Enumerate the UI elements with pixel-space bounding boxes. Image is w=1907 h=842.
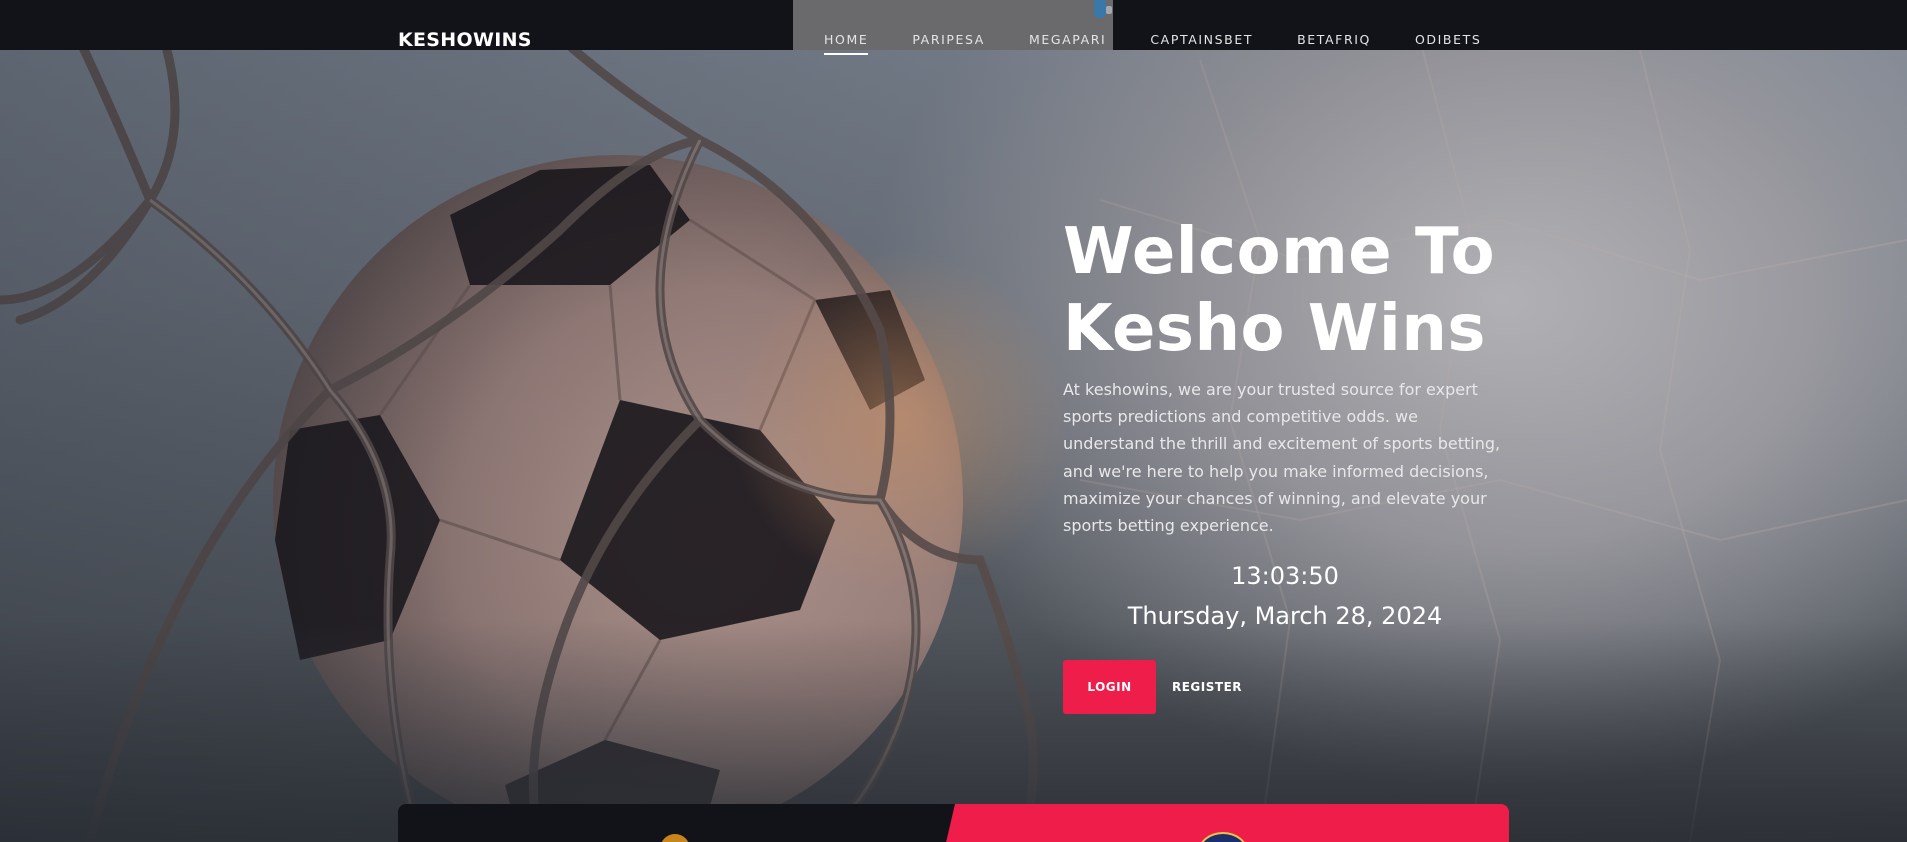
team-crest-icon bbox=[660, 834, 690, 842]
login-button[interactable]: LOGIN bbox=[1063, 660, 1156, 714]
hero-title: Welcome To Kesho Wins bbox=[1063, 214, 1583, 368]
marker-icon bbox=[1106, 6, 1112, 14]
brand-logo[interactable]: KESHOWINS bbox=[398, 29, 532, 51]
clock-time: 13:03:50 bbox=[1231, 562, 1339, 590]
hero-overlay bbox=[0, 0, 1907, 842]
nav-item-paripesa[interactable]: PARIPESA bbox=[912, 32, 985, 47]
nav-item-home[interactable]: HOME bbox=[824, 32, 869, 55]
nav-item-odibets[interactable]: ODIBETS bbox=[1415, 32, 1481, 47]
hero-description: At keshowins, we are your trusted source… bbox=[1063, 380, 1501, 536]
map-pin-icon bbox=[1094, 0, 1106, 18]
main-nav: HOME PARIPESA MEGAPARI CAPTAINSBET BETAF… bbox=[824, 32, 1525, 55]
register-button[interactable]: REGISTER bbox=[1160, 660, 1254, 714]
nav-item-captainsbet[interactable]: CAPTAINSBET bbox=[1150, 32, 1253, 47]
match-card[interactable] bbox=[398, 804, 1509, 842]
hero-title-line-1: Welcome To bbox=[1063, 215, 1496, 289]
nav-item-betafriq[interactable]: BETAFRIQ bbox=[1297, 32, 1371, 47]
clock-date: Thursday, March 28, 2024 bbox=[1127, 602, 1443, 630]
nav-item-megapari[interactable]: MEGAPARI bbox=[1029, 32, 1106, 47]
hero-title-line-2: Kesho Wins bbox=[1063, 292, 1486, 366]
top-navbar: KESHOWINS HOME PARIPESA MEGAPARI CAPTAIN… bbox=[0, 0, 1907, 55]
hero-section bbox=[0, 0, 1907, 842]
